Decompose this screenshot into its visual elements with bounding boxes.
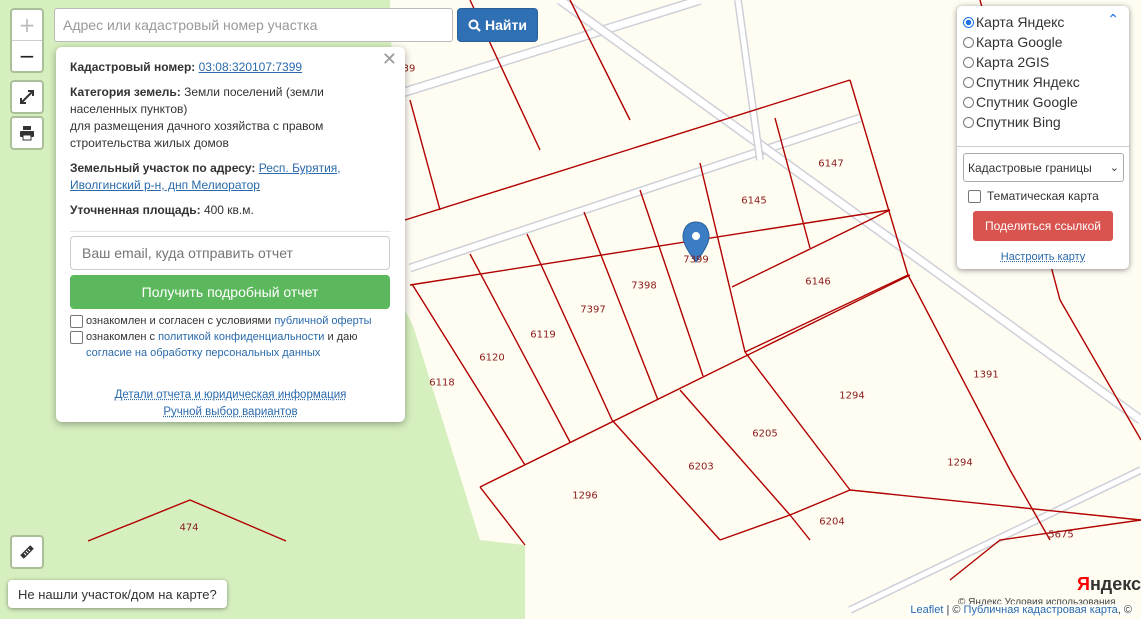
parcel-label: 1296 <box>572 490 598 502</box>
chevron-up-icon[interactable]: ⌃ <box>1107 12 1119 28</box>
parcel-label: 6146 <box>805 276 831 288</box>
parcel-label: 6147 <box>818 158 844 170</box>
layer-label: Спутник Bing <box>976 114 1061 130</box>
offer-checkbox[interactable] <box>70 315 83 328</box>
offer-checkbox-row: ознакомлен и согласен с условиями публич… <box>70 313 391 329</box>
privacy-checkbox-row: ознакомлен с политикой конфиденциальност… <box>70 329 391 361</box>
radio-icon <box>963 56 974 68</box>
overlay-select[interactable]: Кадастровые границы ⌄ <box>963 153 1124 182</box>
parcel-label: 6118 <box>429 377 455 389</box>
layers-panel: ⌃ Карта Яндекс Карта Google Карта 2GIS С… <box>957 6 1129 269</box>
parcel-label: 6205 <box>752 428 778 440</box>
layer-option-2gis-map[interactable]: Карта 2GIS <box>963 52 1123 72</box>
area-value: 400 кв.м. <box>203 203 254 217</box>
manual-selection-link[interactable]: Ручной выбор вариантов <box>163 406 297 418</box>
search-icon <box>468 19 481 32</box>
attribution: Leaflet | © Публичная кадастровая карта,… <box>907 604 1135 616</box>
configure-map-link[interactable]: Настроить карту <box>1001 251 1086 263</box>
fullscreen-button[interactable] <box>10 80 44 114</box>
layer-label: Спутник Яндекс <box>976 74 1080 90</box>
parcel-label: 6120 <box>479 352 505 364</box>
cadastral-number-link[interactable]: 03:08:320107:7399 <box>199 60 302 74</box>
radio-icon <box>963 96 974 108</box>
pkk-link[interactable]: Публичная кадастровая карта <box>964 604 1118 616</box>
leaflet-link[interactable]: Leaflet <box>910 604 943 616</box>
parcel-label: 7399 <box>683 254 709 266</box>
offer-text: ознакомлен и согласен с условиями <box>86 315 272 327</box>
print-button[interactable] <box>10 116 44 150</box>
privacy-checkbox[interactable] <box>70 331 83 344</box>
layer-label: Спутник Google <box>976 94 1078 110</box>
area-row: Уточненная площадь: 400 кв.м. <box>70 202 391 219</box>
parcel-label: 6204 <box>819 516 845 528</box>
close-icon[interactable]: ✕ <box>382 51 397 69</box>
layer-option-google-satellite[interactable]: Спутник Google <box>963 92 1123 112</box>
parcel-label: 5675 <box>1048 529 1074 541</box>
parcel-label: 6203 <box>688 461 714 473</box>
overlay-select-value: Кадастровые границы <box>968 160 1092 175</box>
parcel-label: 7398 <box>631 280 657 292</box>
thematic-checkbox[interactable] <box>968 189 981 203</box>
parcel-label: 7397 <box>580 304 606 316</box>
yandex-logo: Яндекс <box>1077 574 1141 594</box>
ruler-icon <box>20 545 34 559</box>
parcel-label: 1391 <box>973 369 999 381</box>
parcel-label: 1294 <box>947 457 973 469</box>
category-row: Категория земель: Земли поселений (земли… <box>70 84 391 152</box>
thematic-label: Тематическая карта <box>987 189 1099 203</box>
get-report-button[interactable]: Получить подробный отчет <box>70 275 390 309</box>
chevron-down-icon: ⌄ <box>1109 161 1119 174</box>
radio-icon <box>963 76 974 88</box>
zoom-in-button[interactable]: + <box>12 10 42 40</box>
search-button-label: Найти <box>485 17 527 33</box>
layer-option-google-map[interactable]: Карта Google <box>963 32 1123 52</box>
parcel-label: 474 <box>179 522 199 534</box>
radio-icon <box>963 16 974 28</box>
not-found-button[interactable]: Не нашли участок/дом на карте? <box>8 580 227 608</box>
zoom-control: + − <box>10 8 44 73</box>
radio-icon <box>963 36 974 48</box>
measure-button[interactable] <box>10 535 44 569</box>
privacy-text-2: и даю <box>327 331 358 343</box>
expand-icon <box>20 90 34 104</box>
privacy-link[interactable]: политикой конфиденциальности <box>158 331 324 343</box>
cadastral-label: Кадастровый номер: <box>70 60 196 74</box>
area-label: Уточненная площадь: <box>70 203 201 217</box>
parcel-label: 6145 <box>741 195 767 207</box>
search-button[interactable]: Найти <box>457 8 538 42</box>
cadastral-row: Кадастровый номер: 03:08:320107:7399 <box>70 59 391 76</box>
email-field[interactable] <box>70 236 390 270</box>
layer-label: Карта 2GIS <box>976 54 1050 70</box>
divider <box>957 146 1129 147</box>
privacy-text: ознакомлен с <box>86 331 156 343</box>
divider <box>70 231 391 232</box>
attribution-suffix: , © <box>1117 604 1132 616</box>
attribution-separator: | © <box>946 604 961 616</box>
layer-option-bing-satellite[interactable]: Спутник Bing <box>963 112 1123 132</box>
radio-icon <box>963 116 974 128</box>
layer-option-yandex-map[interactable]: Карта Яндекс <box>963 12 1123 32</box>
parcel-label: 6119 <box>530 329 556 341</box>
thematic-row: Тематическая карта <box>963 189 1123 203</box>
zoom-out-button[interactable]: − <box>12 40 42 71</box>
search-input[interactable] <box>54 8 453 42</box>
offer-link[interactable]: публичной оферты <box>274 315 371 327</box>
share-link-button[interactable]: Поделиться ссылкой <box>973 211 1113 241</box>
usage-value: для размещения дачного хозяйства с право… <box>70 119 324 150</box>
parcel-label: 1294 <box>839 390 865 402</box>
details-link[interactable]: Детали отчета и юридическая информация <box>115 389 347 401</box>
layer-label: Карта Google <box>976 34 1063 50</box>
layer-label: Карта Яндекс <box>976 14 1065 30</box>
layer-option-yandex-satellite[interactable]: Спутник Яндекс <box>963 72 1123 92</box>
category-label: Категория земель: <box>70 85 181 99</box>
printer-icon <box>20 126 34 141</box>
address-label: Земельный участок по адресу: <box>70 161 256 175</box>
address-row: Земельный участок по адресу: Респ. Бурят… <box>70 160 391 194</box>
consent-link[interactable]: согласие на обработку персональных данны… <box>86 347 320 359</box>
parcel-popup: ✕ Кадастровый номер: 03:08:320107:7399 К… <box>56 47 405 422</box>
